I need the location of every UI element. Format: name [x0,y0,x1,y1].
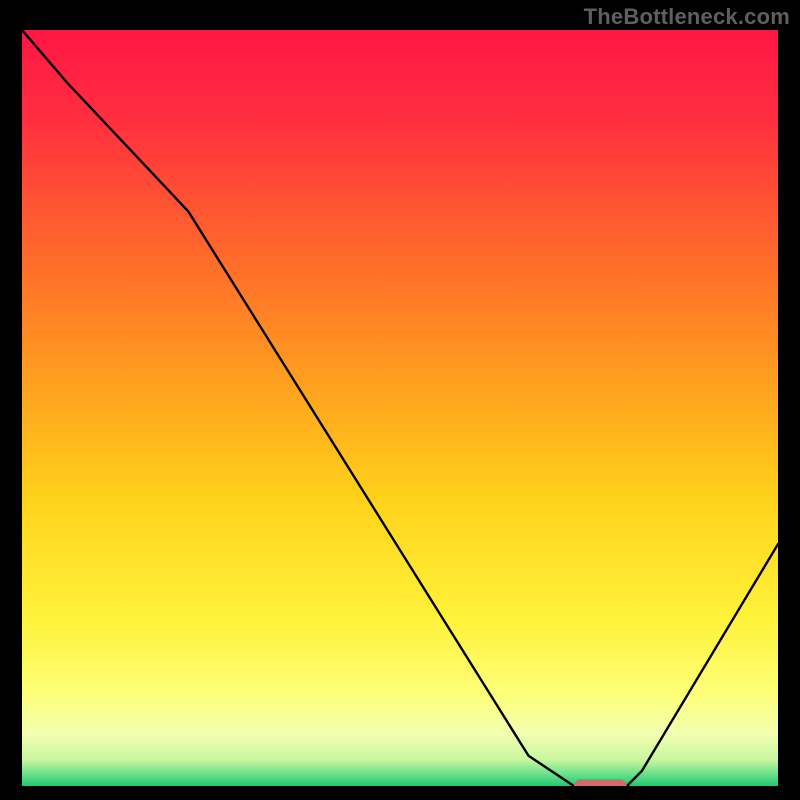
optimal-range-marker [574,779,627,786]
bottleneck-chart [22,30,778,786]
gradient-background [22,30,778,786]
chart-frame: TheBottleneck.com [0,0,800,800]
watermark-text: TheBottleneck.com [584,4,790,30]
